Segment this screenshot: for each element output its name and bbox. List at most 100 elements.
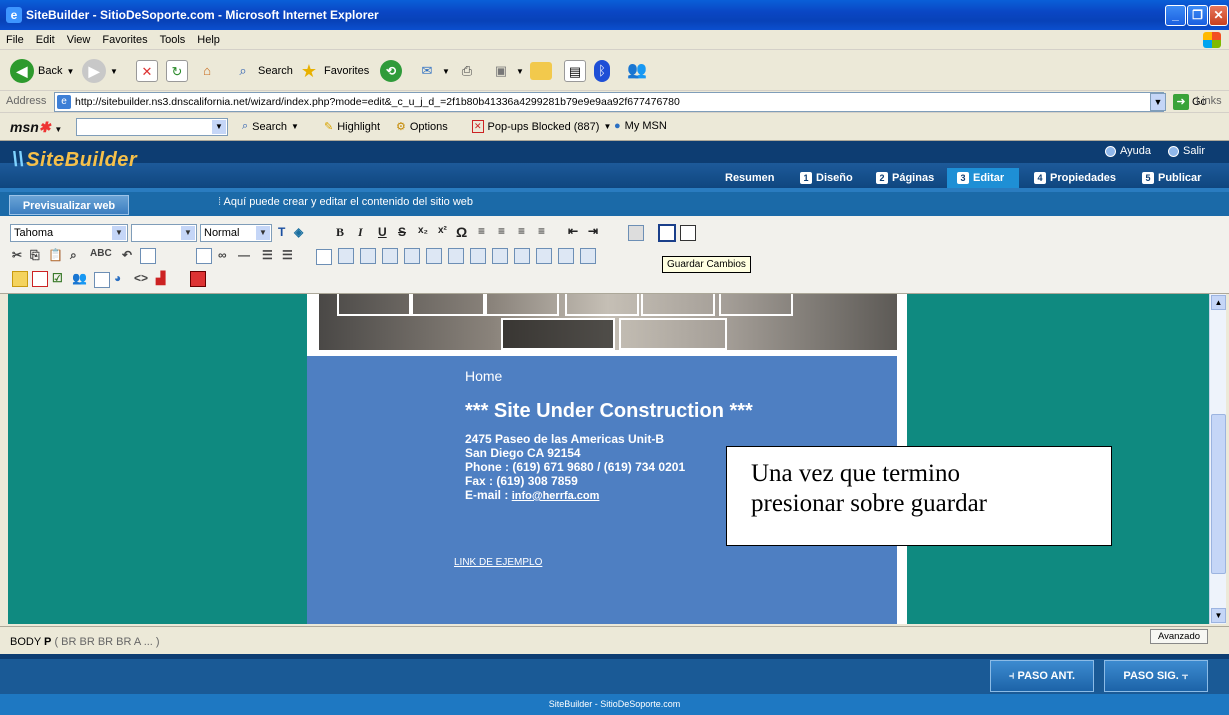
copy-icon[interactable]: ⎘ — [30, 248, 40, 263]
italic-icon[interactable]: I — [358, 225, 363, 240]
align-justify-icon[interactable]: ≡ — [538, 224, 545, 238]
table-merge-icon[interactable] — [426, 248, 442, 264]
paragraph-style-select[interactable]: Normal ▼ — [200, 224, 272, 242]
calendar-icon[interactable] — [94, 272, 110, 288]
address-dropdown-icon[interactable]: ▼ — [1150, 93, 1166, 111]
back-button[interactable]: ◀ Back ▼ — [10, 57, 74, 85]
highlight-color-icon[interactable]: ◈ — [294, 225, 303, 239]
tab-diseno[interactable]: 1 Diseño — [794, 168, 859, 188]
table-cell-icon[interactable] — [470, 248, 486, 264]
align-left-icon[interactable]: ≡ — [478, 224, 485, 238]
my-msn-button[interactable]: ● My MSN — [614, 120, 667, 132]
form-icon[interactable] — [12, 271, 28, 287]
path-p[interactable]: P — [44, 636, 51, 648]
messenger-button[interactable]: 👥 — [626, 57, 648, 85]
favorites-button[interactable]: ★ Favorites — [298, 57, 369, 85]
history-button[interactable]: ⟲ — [380, 57, 402, 85]
fax-line[interactable]: Fax : (619) 308 7859 — [465, 474, 578, 488]
scroll-up-icon[interactable]: ▲ — [1211, 295, 1226, 310]
table-delete-col-icon[interactable] — [404, 248, 420, 264]
find-icon[interactable]: ⌕ — [70, 248, 77, 263]
insert-table-icon[interactable] — [316, 249, 332, 265]
help-link[interactable]: Ayuda — [1105, 145, 1151, 157]
vertical-scrollbar[interactable]: ▲ ▼ — [1209, 294, 1226, 624]
msn-search-button[interactable]: ⌕ Search ▼ — [242, 120, 299, 133]
email-line[interactable]: E-mail : info@herrfa.com — [465, 488, 599, 502]
underline-icon[interactable]: U — [378, 225, 387, 239]
tab-editar[interactable]: 3 Editar — [947, 168, 1019, 188]
folder-button[interactable] — [530, 57, 552, 85]
tab-propiedades[interactable]: 4 Propiedades — [1028, 168, 1122, 188]
chart-icon[interactable]: ▟ — [156, 271, 165, 285]
align-right-icon[interactable]: ≡ — [518, 224, 525, 238]
scroll-thumb[interactable] — [1211, 414, 1226, 574]
menu-help[interactable]: Help — [191, 30, 226, 46]
mail-button[interactable]: ✉ ▼ — [416, 57, 450, 85]
save-icon[interactable] — [658, 224, 676, 242]
bullet-list-icon[interactable]: ☰ — [282, 248, 293, 262]
table-layout-icon[interactable] — [580, 248, 596, 264]
cut-icon[interactable]: ✂ — [12, 248, 22, 262]
table-split-icon[interactable] — [448, 248, 464, 264]
menu-file[interactable]: File — [0, 30, 30, 46]
redo-icon[interactable] — [140, 248, 156, 264]
forward-button[interactable]: ▶ ▼ — [82, 57, 118, 85]
link-icon[interactable]: ∞ — [218, 248, 227, 262]
preview-web-button[interactable]: Previsualizar web — [9, 195, 129, 215]
next-step-button[interactable]: PASO SIG. ⫟ — [1104, 660, 1208, 692]
numbered-list-icon[interactable]: ☰ — [262, 248, 273, 262]
special-character-icon[interactable]: Ω — [456, 224, 467, 240]
users-icon[interactable]: 👥 — [72, 271, 87, 285]
spellcheck-icon[interactable]: ABC — [90, 248, 112, 259]
menu-favorites[interactable]: Favorites — [96, 30, 153, 46]
path-body[interactable]: BODY — [10, 636, 41, 648]
table-col-props-icon[interactable] — [558, 248, 574, 264]
email-link[interactable]: info@herrfa.com — [512, 490, 600, 502]
menu-view[interactable]: View — [61, 30, 97, 46]
superscript-icon[interactable]: x² — [438, 225, 447, 236]
input-icon[interactable] — [32, 271, 48, 287]
indent-icon[interactable]: ⇥ — [588, 224, 598, 238]
home-text[interactable]: Home — [465, 368, 502, 384]
msn-search-input[interactable]: ▼ — [76, 118, 228, 136]
address-line-1[interactable]: 2475 Paseo de las Americas Unit-B — [465, 432, 664, 446]
print-button[interactable]: ⎙ — [456, 57, 478, 85]
strikethrough-icon[interactable]: S — [398, 225, 406, 239]
bold-icon[interactable]: B — [336, 225, 344, 240]
previous-step-button[interactable]: ⫞ PASO ANT. — [990, 660, 1094, 692]
font-size-select[interactable]: ▼ — [131, 224, 197, 242]
tab-publicar[interactable]: 5 Publicar — [1136, 168, 1207, 188]
refresh-button[interactable]: ↻ — [166, 57, 188, 85]
menu-tools[interactable]: Tools — [154, 30, 192, 46]
advanced-button[interactable]: Avanzado — [1150, 629, 1208, 644]
outdent-icon[interactable]: ⇤ — [568, 224, 578, 238]
close-button[interactable]: ✕ — [1209, 5, 1228, 26]
example-link[interactable]: LINK DE EJEMPLO — [454, 557, 542, 568]
html-source-icon[interactable]: <> — [134, 271, 148, 285]
options-button[interactable]: ⚙ Options — [396, 120, 448, 134]
paste-icon[interactable]: 📋 — [48, 248, 63, 262]
table-row-props-icon[interactable] — [536, 248, 552, 264]
globe-icon[interactable]: ◕ — [114, 271, 121, 285]
save-as-icon[interactable] — [680, 225, 696, 241]
links-button[interactable]: Links — [1196, 95, 1222, 107]
checkbox-icon[interactable]: ☑ — [52, 271, 63, 285]
subscript-icon[interactable]: x₂ — [418, 225, 428, 236]
remove-format-icon[interactable] — [190, 271, 206, 287]
construction-heading[interactable]: *** Site Under Construction *** — [465, 400, 753, 423]
font-family-select[interactable]: Tahoma ▼ — [10, 224, 128, 242]
text-color-icon[interactable]: T — [278, 225, 285, 239]
maximize-button[interactable]: ❐ — [1187, 5, 1208, 26]
table-cell-props-icon[interactable] — [514, 248, 530, 264]
address-line-2[interactable]: San Diego CA 92154 — [465, 446, 581, 460]
edit-button[interactable]: ▣ ▼ — [490, 57, 524, 85]
scroll-down-icon[interactable]: ▼ — [1211, 608, 1226, 623]
horizontal-rule-icon[interactable]: — — [238, 248, 250, 262]
image-icon[interactable] — [196, 248, 212, 264]
address-input[interactable]: http://sitebuilder.ns3.dnscalifornia.net… — [54, 92, 1164, 112]
stop-button[interactable]: ✕ — [136, 57, 158, 85]
exit-link[interactable]: Salir — [1168, 145, 1205, 157]
highlight-button[interactable]: ✎ Highlight — [324, 120, 380, 134]
table-insert-row-icon[interactable] — [338, 248, 354, 264]
minimize-button[interactable]: _ — [1165, 5, 1186, 26]
